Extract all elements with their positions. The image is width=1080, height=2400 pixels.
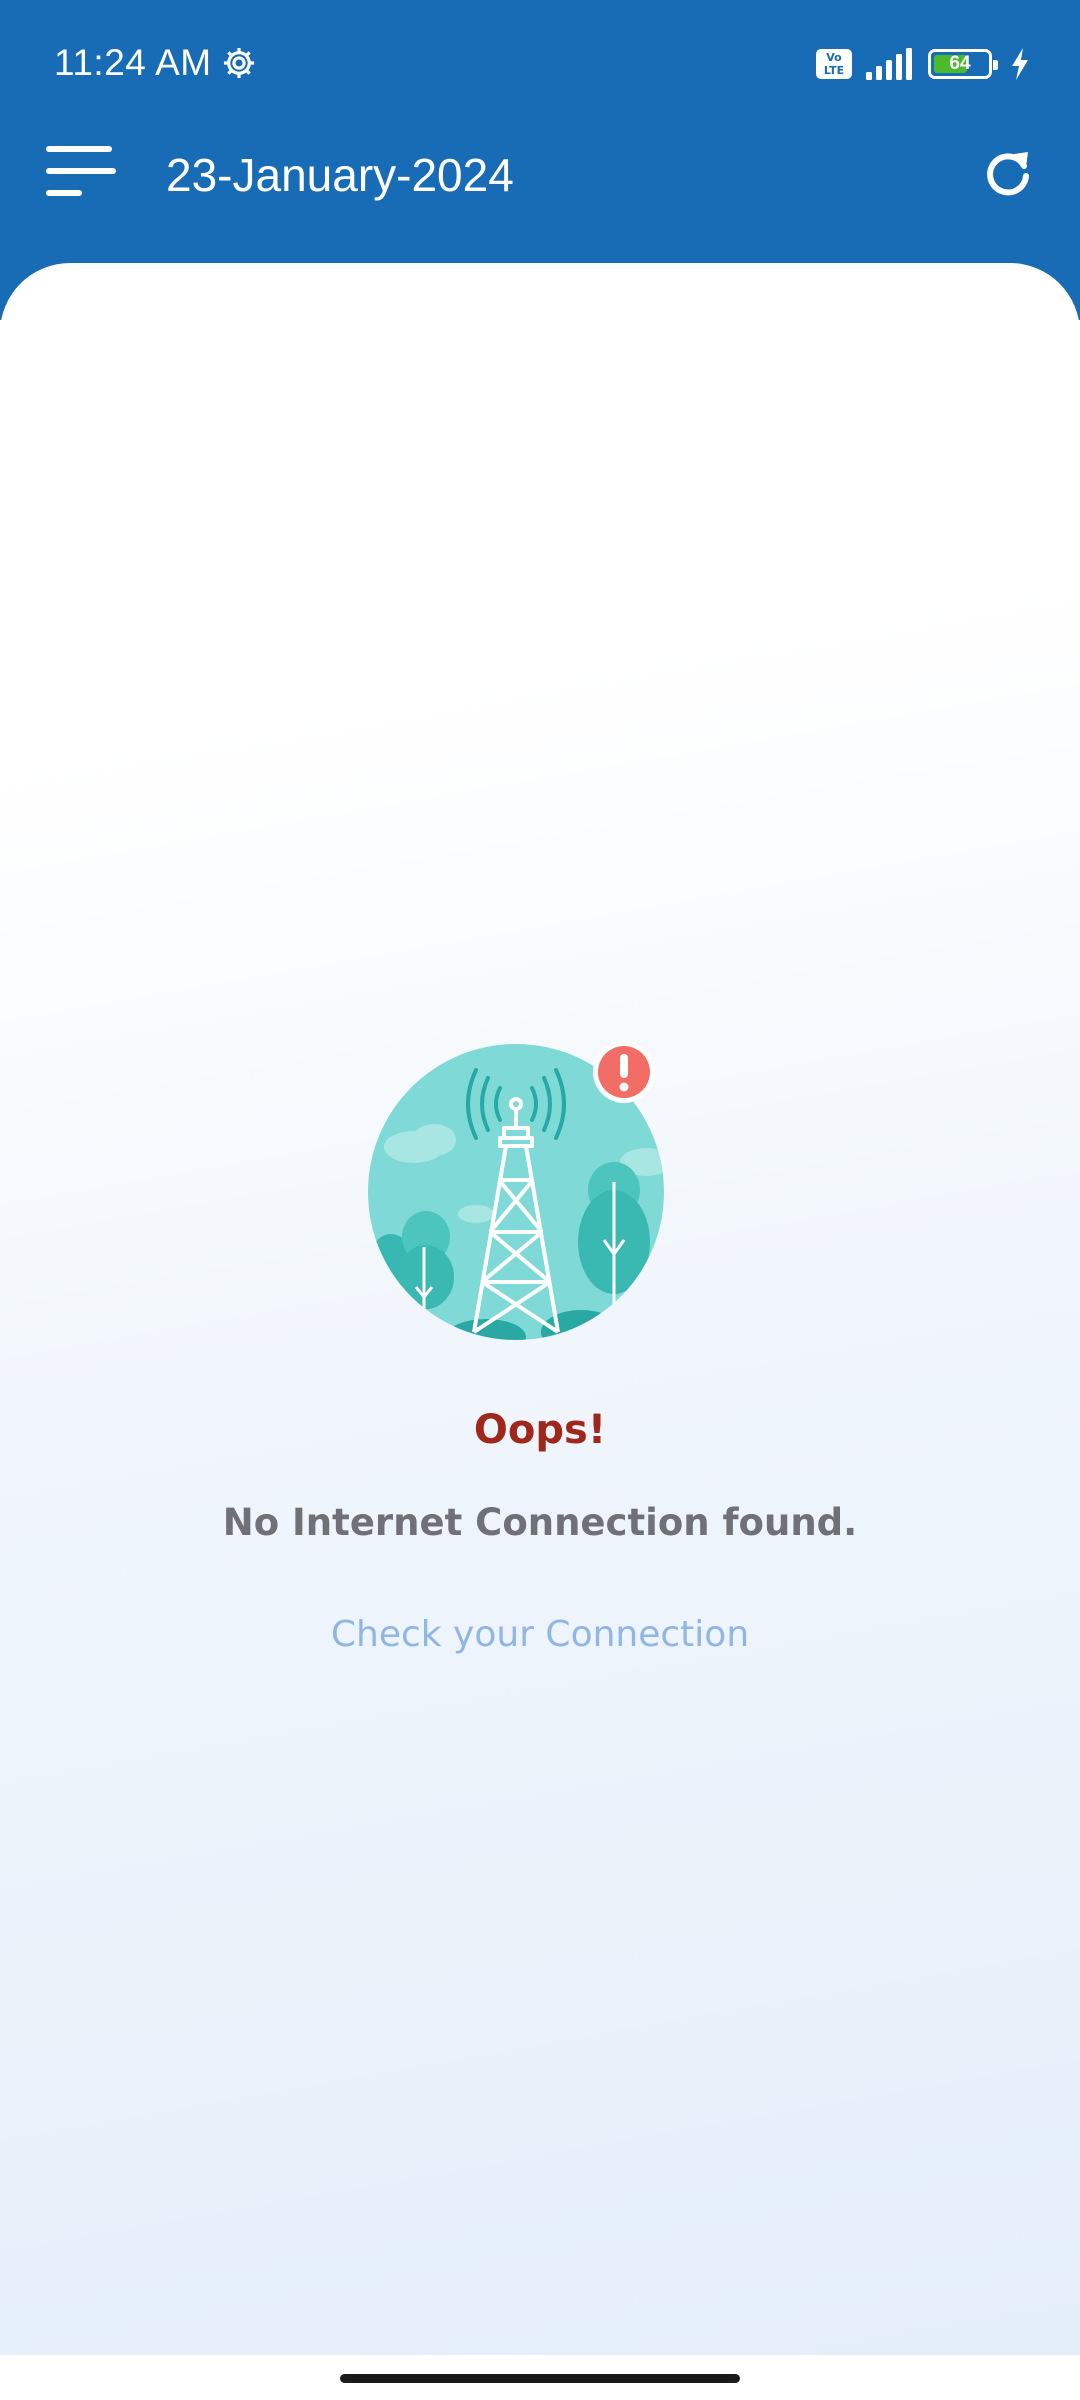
charging-bolt-icon	[1012, 48, 1028, 80]
error-heading: Oops!	[473, 1407, 607, 1453]
status-icons: Vo LTE 64	[816, 44, 1030, 84]
settings-gear-icon	[223, 47, 255, 79]
volte-icon: Vo LTE	[816, 49, 852, 79]
volte-label-bottom: LTE	[823, 64, 845, 77]
screen: 11:24 AM Vo LTE 64 23-January-2024 Oops!…	[0, 0, 1080, 2400]
home-indicator[interactable]	[340, 2374, 740, 2383]
signal-icon	[866, 48, 912, 80]
page-title: 23-January-2024	[166, 149, 514, 201]
status-bar: 11:24 AM Vo LTE 64	[0, 0, 1080, 125]
menu-button[interactable]	[44, 142, 116, 202]
refresh-button[interactable]	[980, 144, 1036, 200]
status-time: 11:24 AM	[54, 42, 212, 83]
refresh-icon	[987, 152, 1029, 196]
battery-tip	[993, 60, 998, 70]
volte-label-top: Vo	[826, 51, 842, 64]
error-message: No Internet Connection found.	[222, 1501, 858, 1544]
battery-level: 64	[949, 53, 971, 74]
battery-icon: 64	[928, 49, 998, 79]
alert-icon	[593, 1041, 655, 1103]
check-connection-link[interactable]: Check your Connection	[0, 1608, 1080, 1662]
cell-tower-error-illustration	[368, 1041, 664, 1340]
